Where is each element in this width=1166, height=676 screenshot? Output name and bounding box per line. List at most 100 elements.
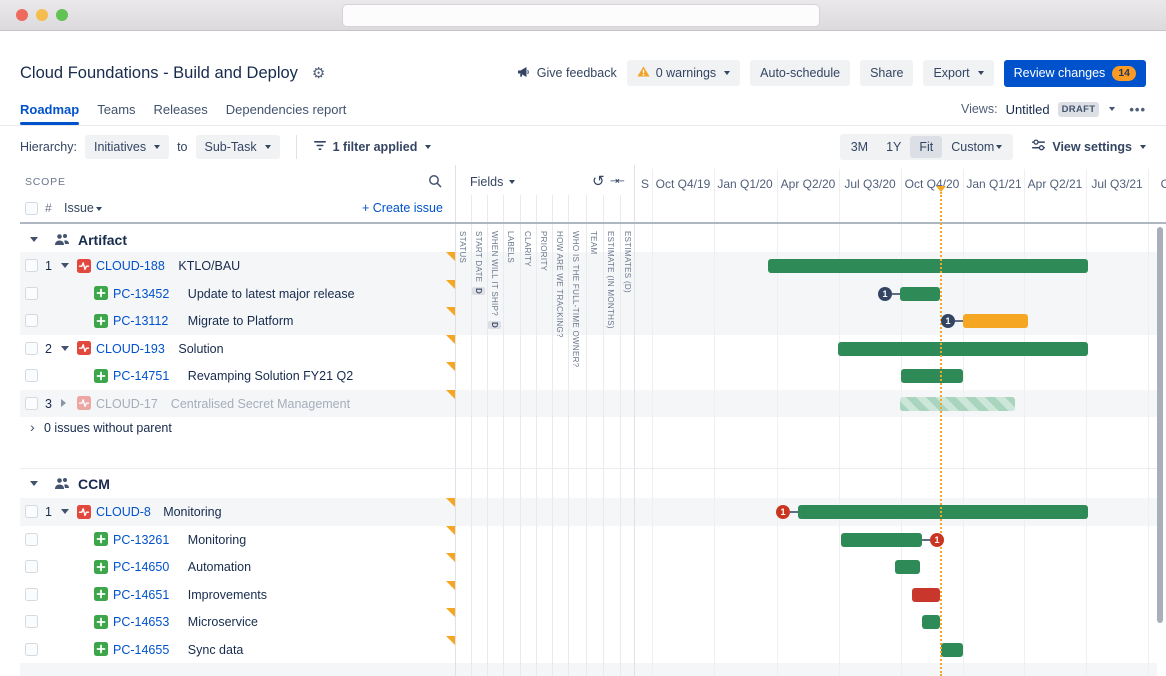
row-checkbox[interactable] [25, 397, 38, 410]
issue-key-link[interactable]: CLOUD-188 [96, 259, 165, 273]
collapse-group-chevron[interactable] [30, 237, 38, 242]
warnings-button[interactable]: 0 warnings [627, 60, 740, 86]
row-checkbox[interactable] [25, 369, 38, 382]
zoom-fit[interactable]: Fit [910, 136, 942, 158]
roadmap-grid: SCOPE#Issue+ Create issueFields↺→←SSTATU… [0, 165, 1166, 676]
tab-releases[interactable]: Releases [154, 95, 208, 124]
gantt-bar-PC-14653[interactable] [922, 615, 940, 629]
auto-schedule-label: Auto-schedule [760, 66, 840, 80]
epic-type-icon [94, 314, 108, 328]
issue-summary: Monitoring [188, 533, 246, 547]
issue-key-link[interactable]: PC-14650 [113, 560, 169, 574]
row-checkbox[interactable] [25, 588, 38, 601]
gantt-bar-CLOUD-8[interactable] [798, 505, 1088, 519]
give-feedback-button[interactable]: Give feedback [517, 66, 617, 81]
gantt-bar-PC-14651[interactable] [912, 588, 940, 602]
row-checkbox[interactable] [25, 505, 38, 518]
close-button[interactable] [16, 9, 28, 21]
issue-key-link[interactable]: PC-14751 [113, 369, 169, 383]
issue-summary: Improvements [188, 588, 267, 602]
gantt-bar-PC-13452[interactable] [900, 287, 940, 301]
row-checkbox[interactable] [25, 533, 38, 546]
create-issue-button[interactable]: + Create issue [362, 201, 443, 215]
gantt-bar-CLOUD-188[interactable] [768, 259, 1088, 273]
row-checkbox[interactable] [25, 314, 38, 327]
gantt-bar-CLOUD-17[interactable] [900, 397, 1015, 411]
dependency-badge[interactable]: 1 [930, 533, 944, 547]
pending-change-flag [446, 280, 455, 289]
gear-icon[interactable]: ⚙ [312, 64, 325, 82]
collapse-row-chevron[interactable] [61, 346, 69, 351]
row-checkbox[interactable] [25, 259, 38, 272]
tab-roadmap[interactable]: Roadmap [20, 95, 79, 124]
issue-key-link[interactable]: PC-14655 [113, 643, 169, 657]
row-checkbox[interactable] [25, 342, 38, 355]
view-name[interactable]: Untitled [1006, 102, 1050, 117]
gantt-bar-PC-13112[interactable] [963, 314, 1028, 328]
issues-without-parent-row[interactable]: ›0 issues without parent [20, 417, 455, 443]
chevron-down-icon [996, 145, 1002, 149]
minimize-button[interactable] [36, 9, 48, 21]
undo-icon[interactable]: ↺ [592, 172, 605, 190]
collapse-group-chevron[interactable] [30, 481, 38, 486]
issue-key-link[interactable]: PC-13112 [113, 314, 168, 328]
gantt-bar-PC-14650[interactable] [895, 560, 920, 574]
row-checkbox[interactable] [25, 560, 38, 573]
gantt-bar-PC-14655[interactable] [941, 643, 963, 657]
dependency-badge[interactable]: 1 [941, 314, 955, 328]
collapse-columns-icon[interactable]: →← [610, 176, 623, 187]
expand-row-chevron[interactable] [61, 399, 66, 407]
review-changes-button[interactable]: Review changes 14 [1004, 60, 1146, 87]
field-column-header: PRIORITY [539, 231, 548, 271]
chevron-down-icon [978, 71, 984, 75]
scope-issue-header[interactable]: Issue [64, 201, 102, 215]
scope-select-all-checkbox[interactable] [25, 202, 38, 215]
issue-key-link[interactable]: PC-13261 [113, 533, 169, 547]
collapse-row-chevron[interactable] [61, 509, 69, 514]
more-options-button[interactable]: ••• [1129, 102, 1146, 117]
chevron-down-icon[interactable] [1109, 107, 1115, 111]
fields-dropdown[interactable]: Fields [470, 175, 515, 189]
dependency-badge[interactable]: 1 [776, 505, 790, 519]
share-button[interactable]: Share [860, 60, 913, 86]
zoom-button[interactable] [56, 9, 68, 21]
collapse-row-chevron[interactable] [61, 263, 69, 268]
row-checkbox[interactable] [25, 643, 38, 656]
address-bar[interactable] [342, 4, 820, 27]
field-column-header: WHEN WILL IT SHIP?D [490, 231, 499, 329]
pending-change-flag [446, 608, 455, 617]
review-changes-label: Review changes [1014, 66, 1106, 80]
tab-teams[interactable]: Teams [97, 95, 135, 124]
timeline-gridline [1148, 169, 1149, 676]
hierarchy-to-select[interactable]: Sub-Task [196, 135, 280, 159]
row-stripe [20, 663, 1157, 676]
pending-change-flag [446, 581, 455, 590]
timeline-gridline [777, 169, 778, 676]
search-icon[interactable] [428, 174, 442, 193]
fields-timeline-divider [634, 165, 635, 676]
zoom-custom[interactable]: Custom [942, 136, 1011, 158]
export-button[interactable]: Export [923, 60, 993, 86]
gantt-bar-PC-14751[interactable] [901, 369, 963, 383]
issue-key-link[interactable]: PC-14653 [113, 615, 169, 629]
gantt-bar-CLOUD-193[interactable] [838, 342, 1088, 356]
dependency-badge[interactable]: 1 [878, 287, 892, 301]
row-checkbox[interactable] [25, 615, 38, 628]
zoom-3m[interactable]: 3M [842, 136, 877, 158]
auto-schedule-button[interactable]: Auto-schedule [750, 60, 850, 86]
row-checkbox[interactable] [25, 287, 38, 300]
expand-chevron[interactable]: › [30, 419, 35, 435]
issue-key-link[interactable]: CLOUD-193 [96, 342, 165, 356]
filter-button[interactable]: 1 filter applied [313, 140, 432, 154]
issue-key-link[interactable]: CLOUD-17 [96, 397, 158, 411]
issue-key-link[interactable]: PC-13452 [113, 287, 169, 301]
timeline-quarter-label: Apr Q2/20 [777, 177, 839, 191]
zoom-1y[interactable]: 1Y [877, 136, 910, 158]
issue-key-link[interactable]: PC-14651 [113, 588, 169, 602]
view-settings-button[interactable]: View settings [1031, 139, 1146, 154]
hierarchy-from-select[interactable]: Initiatives [85, 135, 169, 159]
vertical-scrollbar[interactable] [1157, 227, 1163, 623]
issue-key-link[interactable]: CLOUD-8 [96, 505, 151, 519]
tab-dependencies-report[interactable]: Dependencies report [226, 95, 347, 124]
gantt-bar-PC-13261[interactable] [841, 533, 922, 547]
